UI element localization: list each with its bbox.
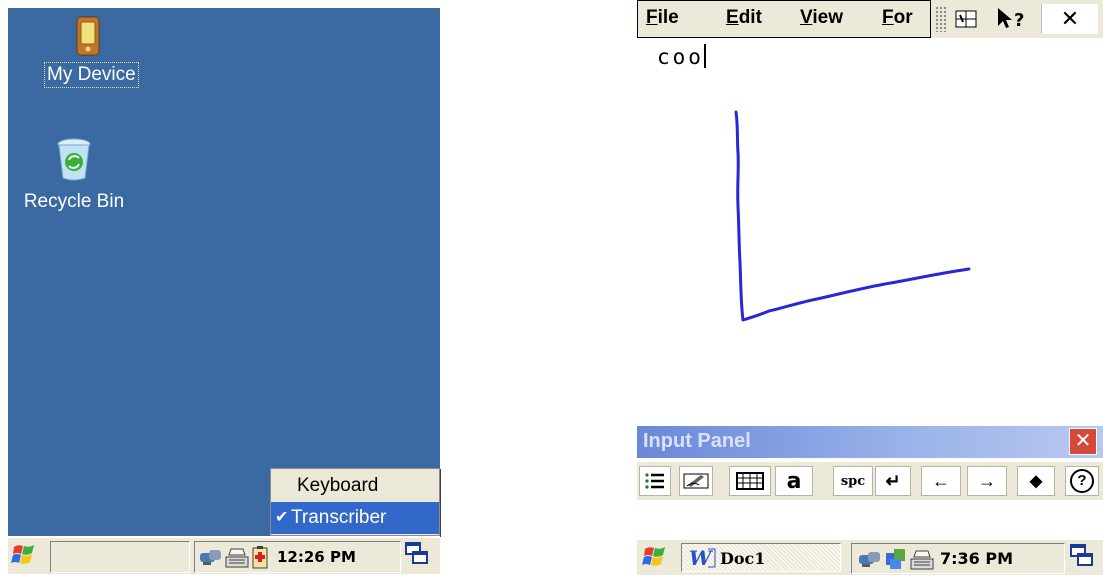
menu-view[interactable]: View (800, 7, 843, 29)
ip-help-button[interactable]: ? (1065, 466, 1099, 496)
taskbar: W Doc1 7:36 PM (637, 538, 1103, 575)
ip-pen-button[interactable] (679, 466, 713, 496)
input-panel-button[interactable] (951, 4, 981, 34)
close-icon: ✕ (1060, 6, 1080, 31)
word-doc-icon: W (689, 547, 716, 569)
whats-this-help-button[interactable]: ? (993, 4, 1031, 34)
desktop-icon-recycle-bin[interactable]: Recycle Bin (12, 136, 136, 214)
taskbar-task-doc1[interactable]: W Doc1 (681, 543, 841, 572)
start-button[interactable] (10, 541, 44, 571)
menu-edit[interactable]: Edit (726, 7, 762, 29)
ip-letter-a-button[interactable]: a (775, 466, 813, 496)
input-panel-icon (955, 10, 977, 28)
menu-item-keyboard[interactable]: Keyboard (271, 470, 439, 502)
pen-icon (683, 473, 709, 489)
input-panel-title: Input Panel (643, 430, 751, 452)
help-circle-icon: ? (1070, 469, 1094, 493)
my-device-label: My Device (44, 62, 139, 88)
system-tray: 7:36 PM (851, 543, 1065, 574)
network-icon (200, 550, 221, 565)
document-area[interactable]: coo (637, 38, 1103, 420)
taskbar-button-area (50, 541, 190, 573)
menu-file[interactable]: File (646, 7, 679, 29)
show-desktop-icon (405, 542, 428, 564)
taskbar: 12:26 PM (8, 536, 440, 574)
keyboard-input-icon (225, 548, 249, 568)
svg-text:W: W (689, 547, 714, 569)
sync-icon (886, 549, 905, 569)
ip-backspace-button[interactable]: ◆ (1017, 466, 1055, 496)
ink-stroke (734, 110, 971, 322)
pda-device-icon (76, 16, 100, 56)
desktop-icon-my-device[interactable]: My Device (44, 10, 139, 88)
windows-flag-icon (642, 547, 665, 566)
menu-format[interactable]: For (882, 7, 913, 29)
keyboard-grid-icon (736, 472, 764, 490)
battery-icon (252, 546, 268, 569)
ip-left-arrow-button[interactable]: ← (921, 466, 961, 496)
right-device-screen: File Edit View For ? ✕ coo Input Panel ✕… (637, 0, 1103, 575)
menu-bar: File Edit View For ? ✕ (637, 0, 1103, 38)
desktop: My Device Recycle Bin Keyboard ✔ Transcr… (8, 8, 440, 536)
input-panel-titlebar[interactable]: Input Panel ✕ (637, 426, 1103, 458)
ip-space-button[interactable]: spc (833, 466, 873, 496)
start-button[interactable] (641, 543, 675, 573)
network-icon (859, 552, 880, 567)
ip-enter-button[interactable]: ↵ (875, 466, 911, 496)
keyboard-input-icon (910, 550, 934, 570)
menu-item-transcriber[interactable]: ✔ Transcriber (271, 502, 439, 534)
svg-text:?: ? (1014, 10, 1024, 31)
input-panel-toolbar: a spc ↵ ← → ◆ ? (637, 462, 1103, 500)
recycle-bin-label: Recycle Bin (23, 191, 125, 212)
windows-flag-icon (11, 545, 34, 564)
recycle-bin-icon (57, 138, 91, 181)
clock[interactable]: 12:26 PM (277, 548, 356, 566)
system-tray: 12:26 PM (194, 541, 401, 573)
options-menu-icon (645, 473, 664, 489)
left-device-screen: My Device Recycle Bin Keyboard ✔ Transcr… (8, 8, 440, 574)
input-panel-close-button[interactable]: ✕ (1069, 428, 1097, 455)
clock[interactable]: 7:36 PM (940, 549, 1013, 568)
menu-bar-menus: File Edit View For (637, 0, 931, 38)
ip-keyboard-button[interactable] (729, 466, 771, 496)
ip-options-button[interactable] (639, 466, 671, 496)
close-button[interactable]: ✕ (1041, 4, 1098, 34)
toolbar-grip[interactable] (935, 6, 947, 32)
input-method-menu: Keyboard ✔ Transcriber (270, 468, 440, 536)
checkmark-icon: ✔ (275, 509, 289, 526)
show-desktop-button[interactable] (404, 541, 434, 571)
whats-this-help-icon: ? (998, 8, 1024, 31)
close-icon: ✕ (1074, 430, 1092, 452)
show-desktop-icon (1070, 544, 1093, 566)
show-desktop-button[interactable] (1069, 543, 1099, 573)
ip-right-arrow-button[interactable]: → (967, 466, 1007, 496)
